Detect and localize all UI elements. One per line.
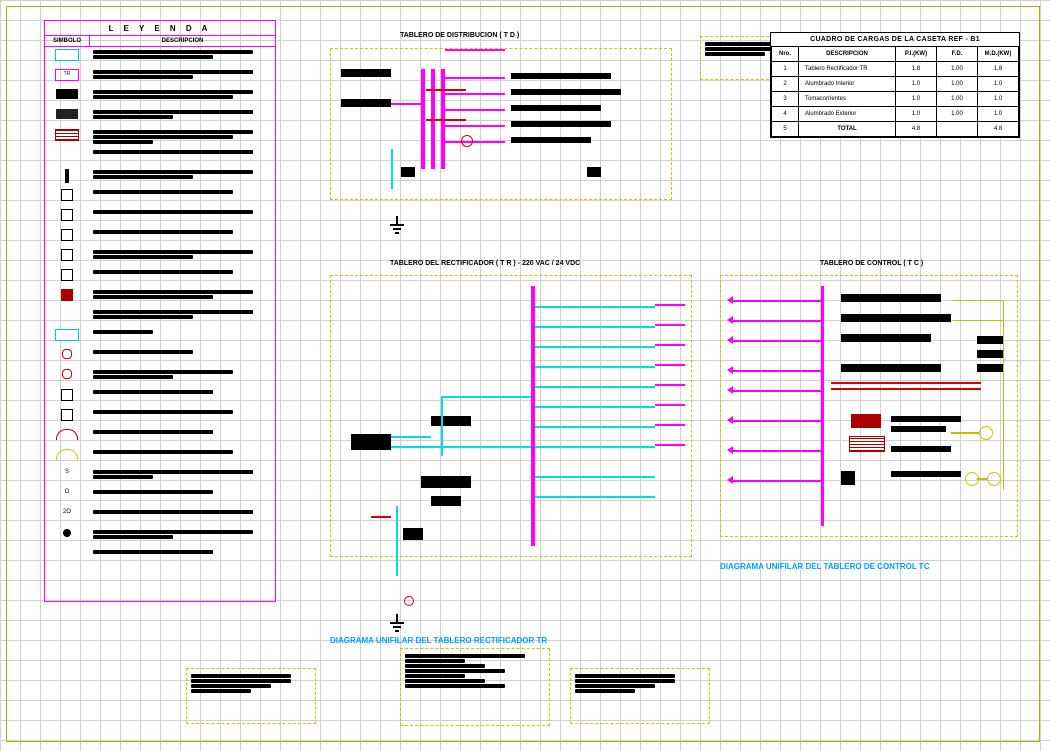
legend-panel: L E Y E N D A SIMBOLO DESCRIPCION TABLER… — [44, 20, 276, 602]
symbol-bar-icon — [65, 169, 69, 183]
symbol-2o-icon: 2O — [63, 509, 71, 515]
legend-row: BORNE DE CONEXION — [45, 307, 275, 327]
legend-row: TABLERO DE CONTROL TC — [45, 87, 275, 107]
symbol-tr-icon: TR — [55, 69, 79, 81]
legend-row: 2O 2O — CIRCUITO — [45, 507, 275, 527]
symbol-o-icon: O — [65, 489, 70, 495]
load-col-md: M.D.(KW) — [978, 47, 1019, 62]
symbol-meter-icon — [55, 329, 79, 341]
legend-title: L E Y E N D A — [45, 21, 275, 35]
legend-row: TABLERO DE DISTRIBUCION — [45, 47, 275, 67]
load-table: CUADRO DE CARGAS DE LA CASETA REF - B1 N… — [770, 32, 1020, 138]
note-rectifier: ESPECIFICACIONES DEL RECTIFICADOR — [400, 648, 550, 726]
note-control: NOTAS DEL DIAGRAMA DE CONTROL — [186, 668, 316, 724]
legend-row: INTERRUPTOR TERMOMAGNETICO — [45, 107, 275, 127]
symbol-contactor-icon — [61, 209, 73, 221]
legend-row: VOLTIMETRO — [45, 347, 275, 367]
legend-row: PUENTE RECTIFICADOR — [45, 427, 275, 447]
symbol-dark-icon — [56, 109, 78, 119]
legend-row: TRANSFORMADOR DE CORRIENTE — [45, 387, 275, 407]
symbol-outline-icon — [55, 49, 79, 61]
symbol-diode-icon — [56, 449, 78, 460]
tc-caption: DIAGRAMA UNIFILAR DEL TABLERO DE CONTROL… — [720, 562, 929, 571]
symbol-hatch-icon — [55, 129, 79, 141]
table-row-total: 5 TOTAL 4.8 4.8 — [772, 122, 1019, 137]
legend-col-desc: DESCRIPCION — [90, 36, 275, 46]
tr-caption: DIAGRAMA UNIFILAR DEL TABLERO RECTIFICAD… — [330, 636, 547, 645]
table-row: 4 Alumbrado Exterior 1.0 1.00 1.0 — [772, 107, 1019, 122]
symbol-selector-icon — [61, 249, 73, 261]
legend-row: LINEA DE CONTROL — [45, 547, 275, 567]
table-row: 3 Tomacorrientes 1.0 1.00 1.0 — [772, 92, 1019, 107]
legend-row: TR TABLERO RECTIFICADOR TR — [45, 67, 275, 87]
legend-row: FUSIBLE — [45, 187, 275, 207]
symbol-ammeter-icon — [62, 369, 72, 379]
legend-row: LAMPARA PILOTO — [45, 287, 275, 307]
legend-row: S SALIDA — [45, 467, 275, 487]
td-panel — [330, 48, 672, 200]
symbol-solid-icon — [56, 89, 78, 99]
legend-row: AMPERIMETRO — [45, 367, 275, 387]
table-row: 1 Tablero Rectificador TR 1.8 1.00 1.8 — [772, 62, 1019, 77]
legend-col-symbol: SIMBOLO — [45, 36, 90, 46]
symbol-push-icon — [61, 269, 73, 281]
symbol-fuse-icon — [61, 189, 73, 201]
symbol-node-icon — [63, 529, 71, 537]
legend-row: CONTACTOR — [45, 207, 275, 227]
legend-row: O ENTRADA — [45, 487, 275, 507]
legend-row: SELECTOR — [45, 247, 275, 267]
table-row: 2 Alumbrado Interior 1.0 1.00 1.0 — [772, 77, 1019, 92]
symbol-bridge-icon — [56, 429, 78, 440]
symbol-ct-icon — [61, 389, 73, 401]
symbol-ground-icon — [61, 409, 73, 421]
legend-body: TABLERO DE DISTRIBUCION TR TABLERO RECTI… — [45, 47, 275, 567]
load-col-nro: Nro. — [772, 47, 799, 62]
legend-row: RELE — [45, 227, 275, 247]
symbol-s-icon: S — [65, 469, 69, 475]
legend-row: PUNTO DE CONEXION — [45, 527, 275, 547]
legend-row: CONDUCTOR ALIMENTADOR — [45, 147, 275, 167]
symbol-voltmeter-icon — [62, 349, 72, 359]
legend-row: PULSADOR — [45, 267, 275, 287]
tc-panel — [720, 275, 1018, 537]
load-col-fd: F.D. — [937, 47, 978, 62]
load-col-pi: P.I.(KW) — [896, 47, 937, 62]
symbol-relay-icon — [61, 229, 73, 241]
legend-row: PUESTA A TIERRA — [45, 407, 275, 427]
tr-panel — [330, 275, 692, 557]
legend-row: TRANSFORMADOR / RECTIFICADOR — [45, 127, 275, 147]
legend-row: BARRA COLECTORA — [45, 167, 275, 187]
symbol-lamp-icon — [61, 289, 73, 301]
note-tc: CARACTERISTICAS DEL TABLERO TC — [570, 668, 710, 724]
load-table-title: CUADRO DE CARGAS DE LA CASETA REF - B1 — [771, 33, 1019, 47]
legend-row: DIODO — [45, 447, 275, 467]
load-col-desc: DESCRIPCION — [799, 47, 896, 62]
legend-row: MEDIDOR / INSTRUMENTO — [45, 327, 275, 347]
